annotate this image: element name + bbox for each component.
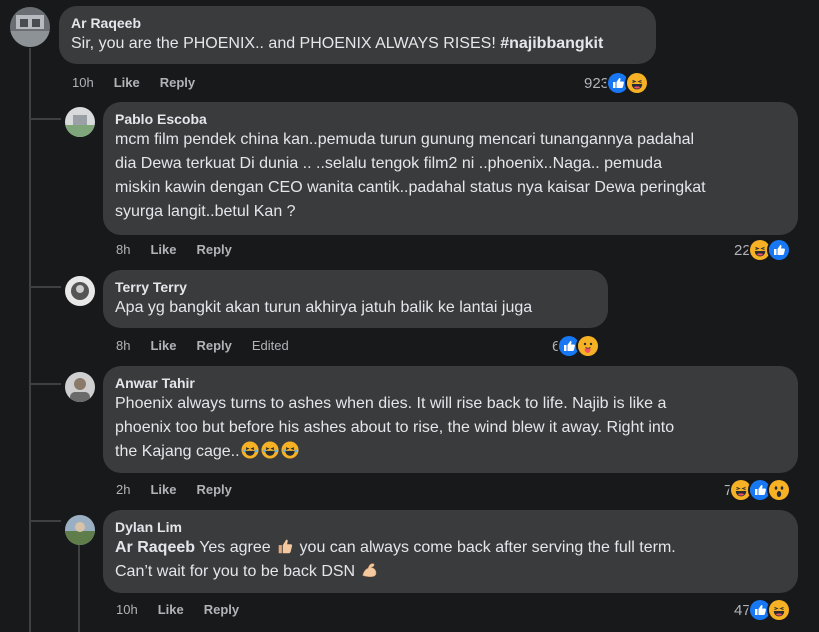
- timestamp[interactable]: 10h: [72, 75, 94, 91]
- avatar[interactable]: [65, 372, 95, 402]
- comment-text: Apa yg bangkit akan turun akhirya jatuh …: [115, 299, 533, 316]
- comment-actions: 10h Like Reply: [72, 75, 215, 91]
- reaction-summary[interactable]: 6: [552, 334, 601, 358]
- thread-line-secondary: [78, 545, 80, 632]
- comment-text-line: Phoenix always turns to ashes when dies.…: [115, 395, 667, 412]
- comment-author[interactable]: Pablo Escoba: [115, 110, 786, 128]
- reply-button[interactable]: Reply: [196, 338, 231, 354]
- comment-bubble: Terry Terry Apa yg bangkit akan turun ak…: [103, 270, 608, 328]
- comment-bubble: Pablo Escoba mcm film pendek china kan..…: [103, 102, 798, 235]
- comment-text-segment: Can’t wait for you to be back DSN: [115, 563, 360, 580]
- like-button[interactable]: Like: [150, 338, 176, 354]
- comment-text-line: mcm film pendek china kan..pemuda turun …: [115, 131, 695, 148]
- thread-branch: [31, 286, 61, 288]
- reaction-summary[interactable]: 47: [734, 598, 791, 622]
- timestamp[interactable]: 10h: [116, 602, 138, 618]
- thread-branch: [31, 383, 61, 385]
- reaction-summary[interactable]: 7: [724, 478, 792, 502]
- haha-icon: [766, 598, 791, 622]
- flexed-biceps-emoji-icon: [361, 561, 379, 579]
- avatar[interactable]: [65, 515, 95, 545]
- timestamp[interactable]: 8h: [116, 338, 130, 354]
- comment-author[interactable]: Anwar Tahir: [115, 374, 786, 392]
- comment-text: mcm film pendek china kan..pemuda turun …: [115, 128, 786, 224]
- laughing-emoji-icon: [280, 441, 299, 459]
- comment-text-line: syurga langit..betul Kan ?: [115, 203, 296, 220]
- comment-bubble: Ar Raqeeb Sir, you are the PHOENIX.. and…: [59, 6, 656, 64]
- avatar[interactable]: [10, 7, 50, 47]
- avatar[interactable]: [65, 107, 95, 137]
- like-button[interactable]: Like: [150, 242, 176, 258]
- comment-author[interactable]: Dylan Lim: [115, 518, 786, 536]
- comment-text-segment: Yes agree: [195, 539, 276, 556]
- comment-text-line: Ar Raqeeb Yes agree you can always come …: [115, 536, 786, 560]
- thread-branch: [31, 520, 61, 522]
- laughing-emoji-icon: [240, 441, 259, 459]
- timestamp[interactable]: 2h: [116, 482, 130, 498]
- comment-actions: 8h Like Reply Edited: [116, 338, 309, 354]
- comment-actions: 2h Like Reply: [116, 482, 252, 498]
- like-button[interactable]: Like: [150, 482, 176, 498]
- reply-button[interactable]: Reply: [196, 482, 231, 498]
- comment-text: Sir, you are the PHOENIX.. and PHOENIX A…: [71, 32, 644, 56]
- comment-text-line: Can’t wait for you to be back DSN: [115, 560, 786, 584]
- wow-icon: [767, 478, 792, 502]
- comment-bubble: Dylan Lim Ar Raqeeb Yes agree you can al…: [103, 510, 798, 593]
- reaction-summary[interactable]: 923: [584, 71, 650, 95]
- comment-actions: 8h Like Reply: [116, 242, 252, 258]
- comment-text-line: the Kajang cage..: [115, 443, 240, 460]
- edited-label[interactable]: Edited: [252, 338, 289, 354]
- timestamp[interactable]: 8h: [116, 242, 130, 258]
- haha-icon: [625, 71, 650, 95]
- thread-branch: [31, 118, 61, 120]
- comment-author[interactable]: Terry Terry: [115, 278, 596, 296]
- hashtag-link[interactable]: #najibbangkit: [500, 35, 603, 52]
- comment-text-line: phoenix too but before his ashes about t…: [115, 419, 675, 436]
- like-button[interactable]: Like: [114, 75, 140, 91]
- comment-text: Ar Raqeeb Yes agree you can always come …: [115, 536, 786, 584]
- comment-actions: 10h Like Reply: [116, 602, 259, 618]
- laughing-emoji-icon: [260, 441, 279, 459]
- reply-button[interactable]: Reply: [204, 602, 239, 618]
- thumbs-up-emoji-icon: [276, 537, 294, 555]
- comment-text-line-last: the Kajang cage..: [115, 440, 786, 464]
- reaction-summary[interactable]: 22: [734, 238, 791, 262]
- comment-text-body: Sir, you are the PHOENIX.. and PHOENIX A…: [71, 35, 501, 52]
- like-icon: [766, 238, 791, 262]
- reply-button[interactable]: Reply: [160, 75, 195, 91]
- thread-line: [29, 48, 31, 632]
- comment-thread: Ar Raqeeb Sir, you are the PHOENIX.. and…: [0, 0, 819, 632]
- like-button[interactable]: Like: [158, 602, 184, 618]
- comment-bubble: Anwar Tahir Phoenix always turns to ashe…: [103, 366, 798, 473]
- care-icon: [576, 334, 601, 358]
- avatar[interactable]: [65, 276, 95, 306]
- comment-author[interactable]: Ar Raqeeb: [71, 14, 644, 32]
- comment-text-line: dia Dewa terkuat Di dunia .. ..selalu te…: [115, 155, 662, 172]
- comment-text-segment: you can always come back after serving t…: [295, 539, 676, 556]
- comment-text-line: miskin kawin dengan CEO wanita cantik..p…: [115, 179, 706, 196]
- comment-text: Phoenix always turns to ashes when dies.…: [115, 392, 786, 464]
- reply-button[interactable]: Reply: [196, 242, 231, 258]
- mention-link[interactable]: Ar Raqeeb: [115, 539, 195, 556]
